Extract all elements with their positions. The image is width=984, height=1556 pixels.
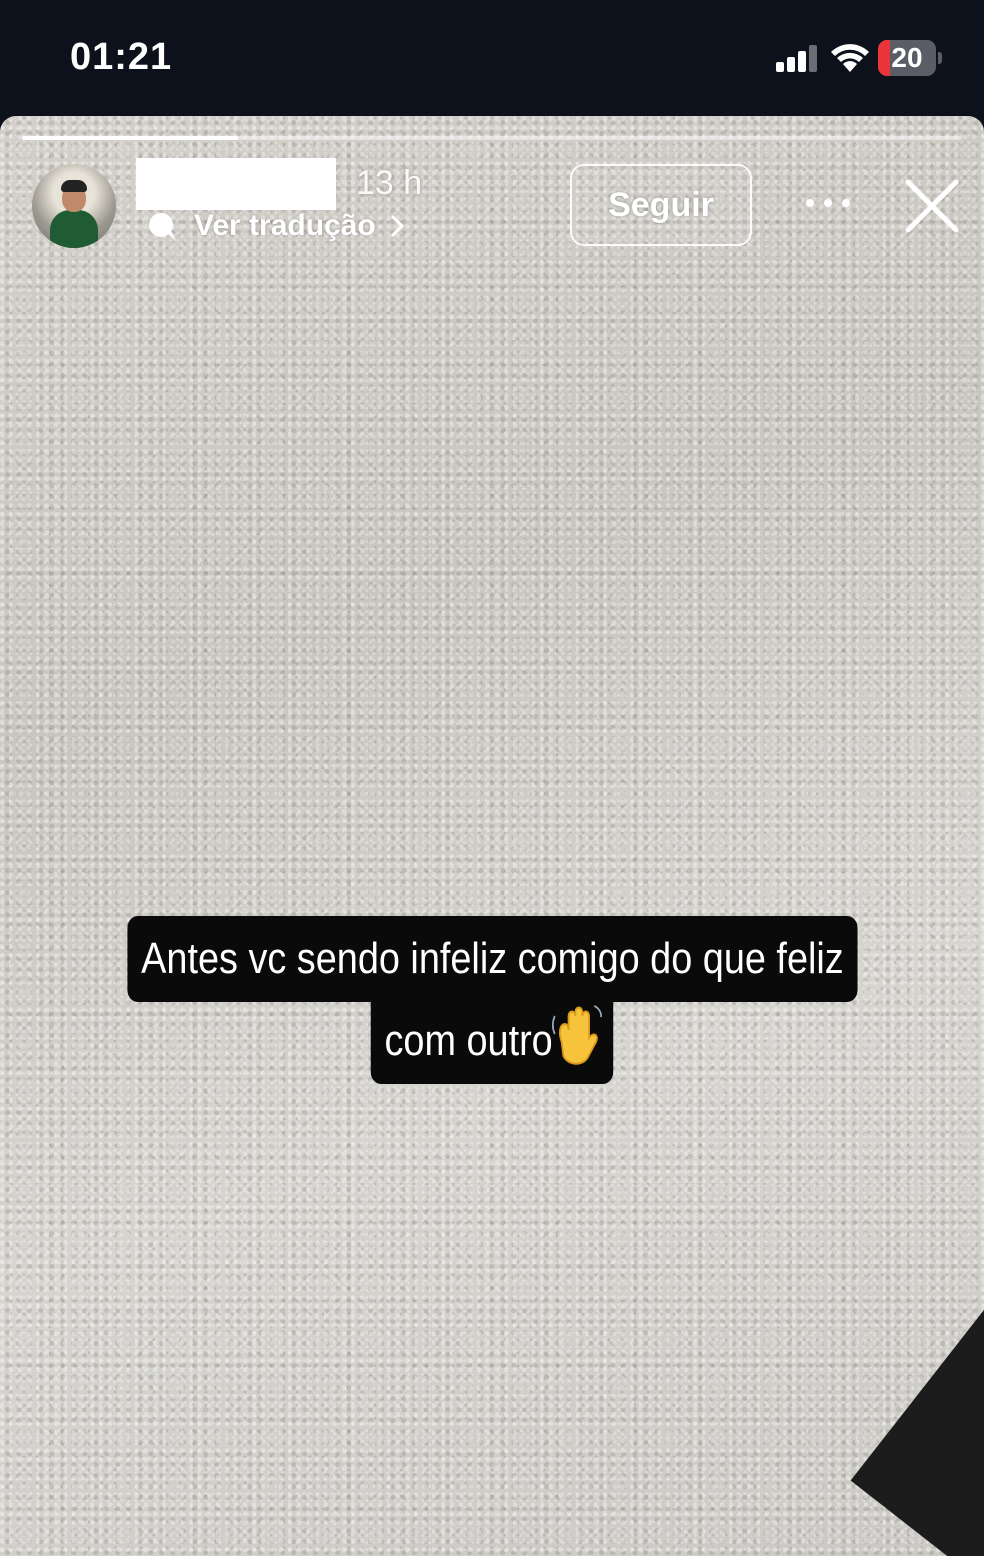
caption-line-2-text: com outro [384,1016,553,1065]
story-caption: Antes vc sendo infeliz comigo do que fel… [0,916,984,1084]
caption-line-1: Antes vc sendo infeliz comigo do que fel… [126,916,858,1002]
see-translation-label: Ver tradução [194,209,376,242]
see-translation-link[interactable]: Ver tradução [146,208,406,244]
waving-hand-icon [551,1005,602,1065]
status-time: 01:21 [70,36,173,78]
battery-percentage: 20 [891,42,923,73]
wifi-icon [831,44,869,72]
story-progress-bar [22,136,962,140]
caption-line-2: com outro [370,998,614,1084]
translate-icon [149,213,176,241]
close-icon[interactable] [902,176,962,236]
chevron-right-icon [391,215,404,237]
status-bar: 01:21 20 [0,0,984,116]
story-progress-fill [22,136,239,140]
more-icon[interactable] [800,188,856,218]
follow-button[interactable]: Seguir [570,164,752,246]
story-viewer[interactable]: 13 h Ver tradução Seguir Antes vc sendo … [0,116,984,1556]
background-shadow [850,1228,984,1556]
avatar[interactable] [32,164,116,248]
battery-icon: 20 [878,40,942,76]
story-time-ago: 13 h [356,164,423,202]
signal-icon [776,45,817,72]
username-redacted[interactable] [136,158,336,210]
